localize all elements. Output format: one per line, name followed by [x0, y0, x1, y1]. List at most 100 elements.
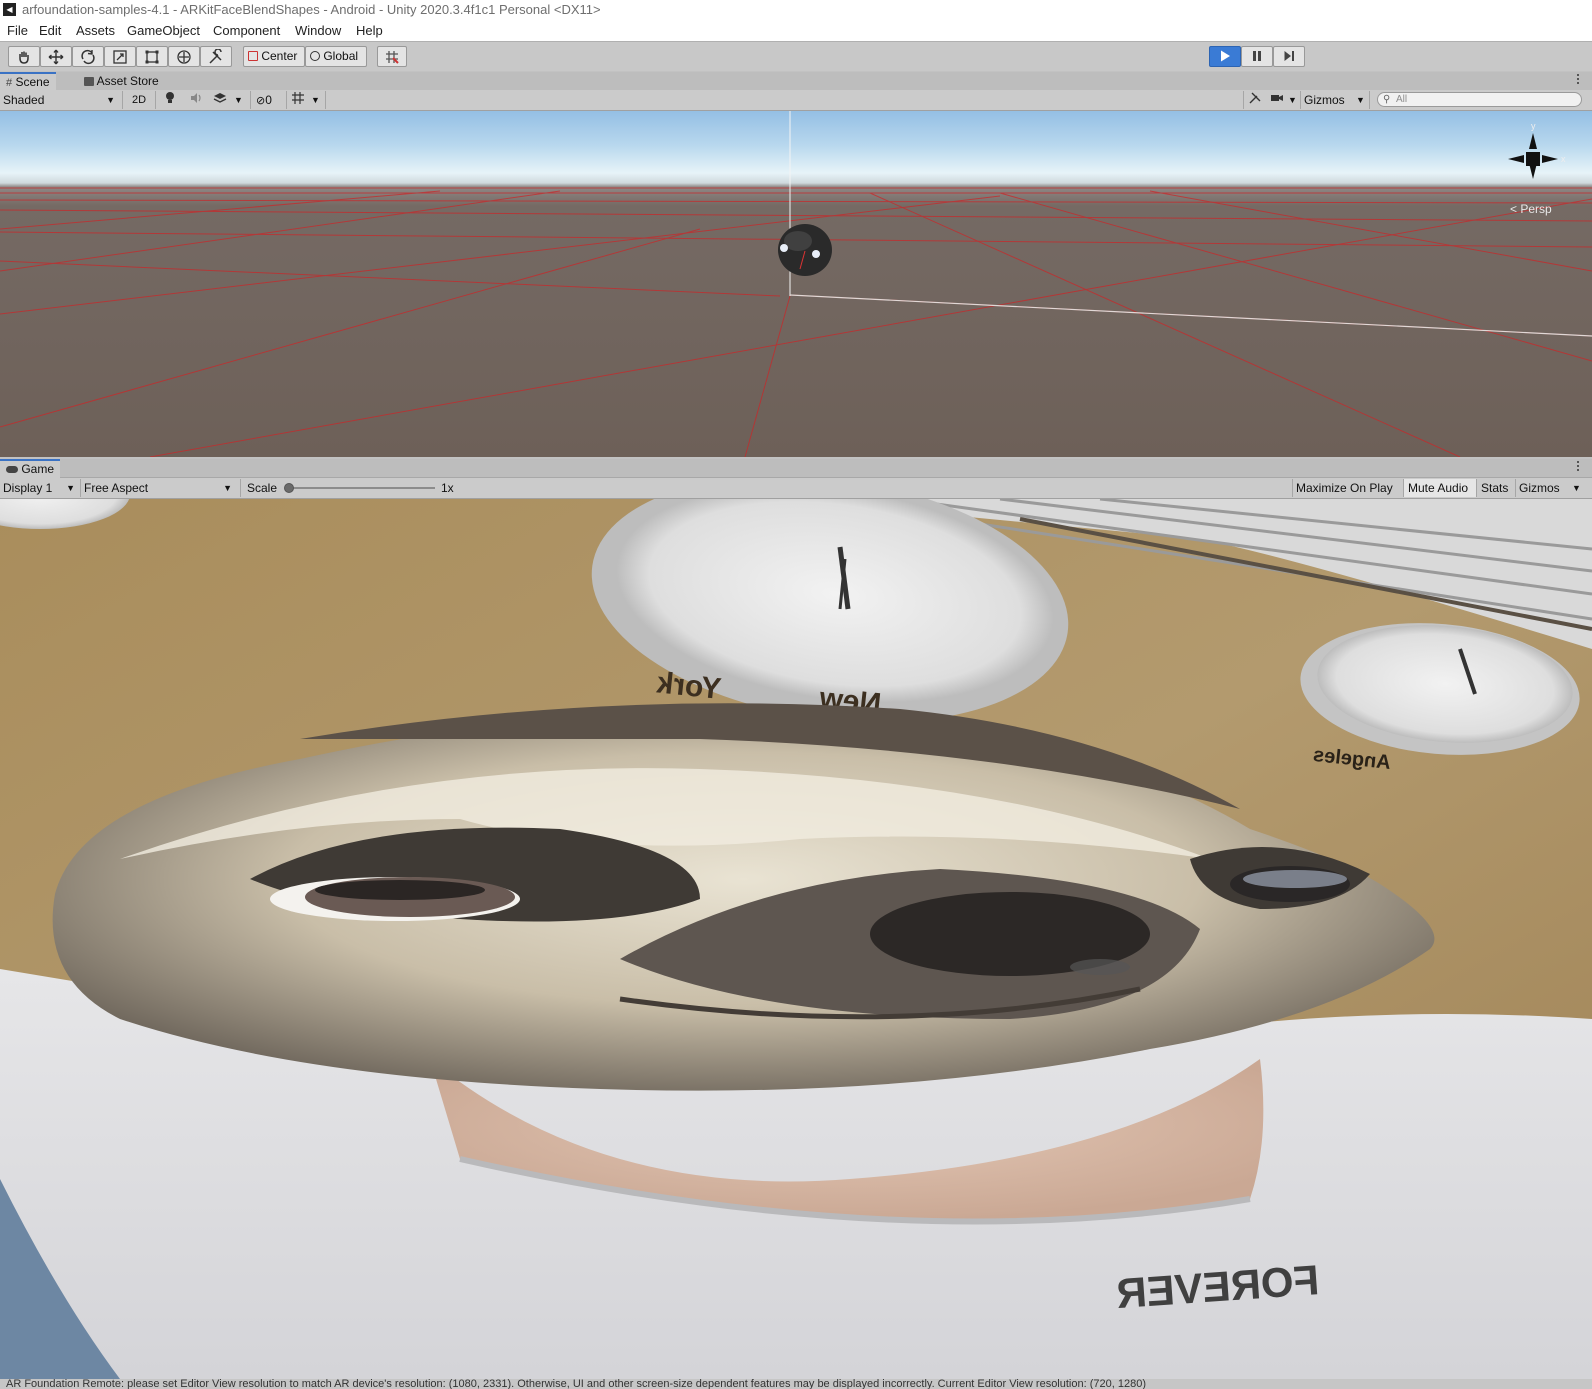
menu-window[interactable]: Window — [295, 23, 341, 38]
rotate-tool-button[interactable] — [72, 46, 104, 67]
gamepad-icon — [6, 466, 18, 473]
display-dropdown[interactable]: Display 1 ▼ — [3, 479, 77, 497]
transform-tool-button[interactable] — [168, 46, 200, 67]
axis-x-label: x — [1561, 154, 1566, 164]
scene-view[interactable]: y x < Persp — [0, 111, 1592, 457]
axis-y-label: y — [1531, 121, 1536, 131]
scale-label: Scale — [247, 481, 278, 495]
unity-logo-icon: ◀ — [3, 3, 16, 16]
gizmos-button[interactable]: Gizmos — [1304, 91, 1350, 109]
grid-snap-icon — [386, 51, 399, 64]
pivot-center-button[interactable]: Center — [243, 46, 305, 67]
status-message: AR Foundation Remote: please set Editor … — [6, 1379, 1146, 1389]
menu-edit[interactable]: Edit — [39, 23, 61, 38]
space-global-button[interactable]: Global — [305, 46, 367, 67]
main-toolbar: Center Global — [0, 42, 1592, 71]
grid-toggle[interactable] — [291, 91, 307, 109]
status-bar: AR Foundation Remote: please set Editor … — [0, 1379, 1592, 1389]
menu-help[interactable]: Help — [356, 23, 383, 38]
scene-search-input[interactable]: ⚲ All — [1377, 92, 1582, 107]
chevron-down-icon: ▼ — [223, 483, 232, 493]
title-bar: ◀ arfoundation-samples-4.1 - ARKitFaceBl… — [0, 0, 1592, 20]
lightbulb-icon — [166, 92, 174, 103]
game-options-icon[interactable] — [1577, 461, 1580, 473]
move-arrows-icon — [48, 49, 64, 65]
camera-dropdown-icon[interactable]: ▼ — [1288, 91, 1298, 109]
game-tab-strip: Game — [0, 459, 1592, 479]
scale-value: 1x — [441, 481, 454, 495]
space-label: Global — [323, 49, 359, 63]
projection-label[interactable]: < Persp — [1510, 202, 1552, 216]
rect-transform-icon — [145, 50, 159, 64]
gizmos-dropdown-icon[interactable]: ▼ — [1356, 91, 1366, 109]
aspect-value: Free Aspect — [84, 481, 149, 495]
tab-scene[interactable]: # Scene — [0, 72, 56, 92]
axis-gizmo-icon: y x — [1508, 121, 1566, 179]
grid-dropdown-icon[interactable]: ▼ — [311, 91, 321, 109]
wrench-icon — [1249, 92, 1261, 104]
hash-icon: # — [6, 77, 13, 89]
menu-file[interactable]: File — [7, 23, 28, 38]
tab-asset-store-label: Asset Store — [96, 74, 159, 88]
pause-button[interactable] — [1241, 46, 1273, 67]
pivot-label: Center — [261, 49, 298, 63]
tab-game[interactable]: Game — [0, 459, 61, 479]
globe-icon — [310, 51, 320, 61]
window-title: arfoundation-samples-4.1 - ARKitFaceBlen… — [22, 2, 601, 17]
scale-slider-thumb[interactable] — [284, 483, 294, 493]
rect-tool-button[interactable] — [136, 46, 168, 67]
menu-gameobject[interactable]: GameObject — [127, 23, 200, 38]
lighting-toggle[interactable] — [162, 91, 178, 109]
game-camera-feed: York New Angeles FOREVER — [0, 499, 1592, 1379]
audio-toggle[interactable] — [188, 91, 204, 109]
menu-assets[interactable]: Assets — [76, 23, 115, 38]
scene-grid — [0, 111, 1592, 457]
game-toolbar: Display 1 ▼ Free Aspect ▼ Scale 1x Maxim… — [0, 478, 1592, 499]
aspect-dropdown[interactable]: Free Aspect ▼ — [84, 479, 236, 497]
menu-bar: File Edit Assets GameObject Component Wi… — [0, 20, 1592, 42]
face-object[interactable] — [778, 224, 832, 276]
hidden-objects-toggle[interactable]: ⊘0 — [256, 91, 284, 109]
orientation-gizmo[interactable]: y x — [1498, 121, 1568, 191]
scale-tool-button[interactable] — [104, 46, 136, 67]
draw-mode-dropdown[interactable]: Shaded ▼ — [3, 91, 119, 109]
grid-icon — [292, 92, 304, 104]
play-button[interactable] — [1209, 46, 1241, 67]
maximize-on-play-toggle[interactable]: Maximize On Play — [1296, 479, 1404, 497]
2d-toggle[interactable]: 2D — [128, 91, 150, 109]
rotate-icon — [81, 49, 95, 65]
tab-game-label: Game — [21, 462, 55, 476]
chevron-down-icon: ▼ — [66, 483, 75, 493]
menu-component[interactable]: Component — [213, 23, 280, 38]
scale-icon — [113, 50, 127, 64]
scene-tools-toggle[interactable] — [1248, 91, 1264, 109]
scene-toolbar: Shaded ▼ 2D ▼ ⊘0 ▼ ▼ Gizmos ▼ ⚲ All — [0, 90, 1592, 111]
game-gizmos-button[interactable]: Gizmos — [1519, 479, 1565, 497]
custom-tool-button[interactable] — [200, 46, 232, 67]
snap-grid-button[interactable] — [377, 46, 407, 67]
display-value: Display 1 — [3, 481, 53, 495]
scene-options-icon[interactable] — [1577, 74, 1580, 86]
search-placeholder: All — [1396, 94, 1408, 105]
chevron-down-icon: ▼ — [106, 95, 115, 105]
effects-dropdown-icon[interactable]: ▼ — [234, 91, 244, 109]
game-gizmos-dropdown-icon[interactable]: ▼ — [1572, 479, 1582, 497]
mute-audio-toggle[interactable]: Mute Audio — [1404, 479, 1476, 497]
search-icon: ⚲ — [1383, 94, 1391, 105]
step-icon — [1284, 51, 1294, 61]
camera-settings-button[interactable] — [1270, 91, 1286, 109]
game-view[interactable]: York New Angeles FOREVER — [0, 499, 1592, 1379]
wall-text-york: York — [655, 666, 723, 706]
hand-tool-button[interactable] — [8, 46, 40, 67]
effects-toggle[interactable] — [212, 91, 228, 109]
scene-tab-strip: # Scene Asset Store — [0, 72, 1592, 92]
step-button[interactable] — [1273, 46, 1305, 67]
tab-scene-label: Scene — [15, 75, 50, 89]
stats-toggle[interactable]: Stats — [1481, 479, 1515, 497]
tab-asset-store[interactable]: Asset Store — [78, 72, 165, 90]
move-tool-button[interactable] — [40, 46, 72, 67]
hand-icon — [19, 51, 29, 64]
scale-slider-track[interactable] — [284, 483, 435, 493]
play-icon — [1221, 50, 1230, 62]
draw-mode-value: Shaded — [3, 93, 45, 107]
